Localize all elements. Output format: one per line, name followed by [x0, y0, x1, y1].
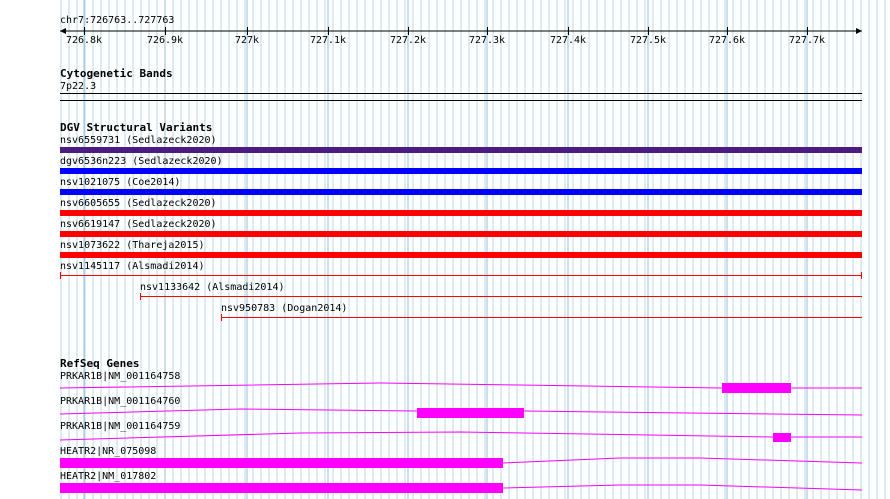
refseq-exon[interactable]	[60, 483, 503, 493]
genome-browser-view: chr7:726763..727763 726.8k 726.9k 727k 727.…	[0, 0, 890, 499]
refseq-gene-model[interactable]	[0, 0, 890, 499]
refseq-intron-line	[502, 484, 863, 491]
